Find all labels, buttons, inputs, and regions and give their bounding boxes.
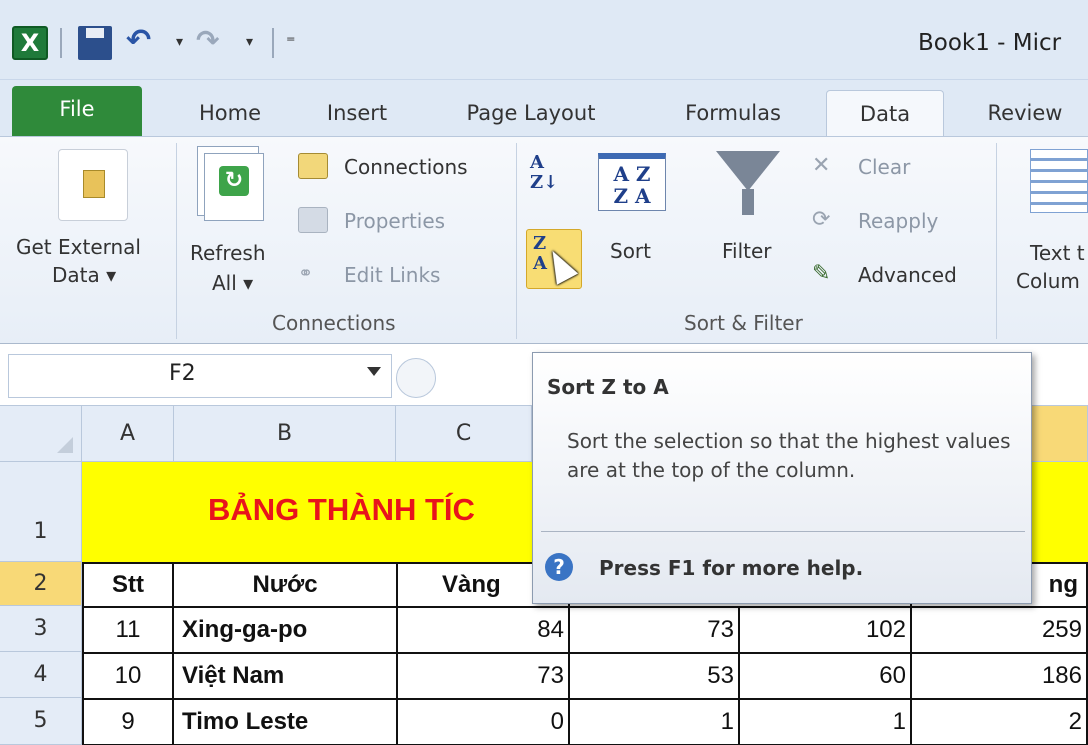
- group-separator: [996, 143, 997, 339]
- connections-button[interactable]: Connections: [344, 155, 468, 179]
- row-header-3[interactable]: 3: [0, 606, 82, 652]
- row-header-1[interactable]: 1: [0, 462, 82, 562]
- tab-formulas[interactable]: Formulas: [664, 90, 802, 136]
- table-cell-c[interactable]: 0: [396, 698, 570, 745]
- excel-logo-icon: X: [12, 26, 48, 60]
- table-cell-e[interactable]: 1: [738, 698, 912, 745]
- tooltip-body: Sort the selection so that the highest v…: [567, 429, 1011, 482]
- sort-icon[interactable]: A ZZ A: [598, 153, 666, 211]
- filter-button[interactable]: Filter: [722, 239, 772, 263]
- clear-button[interactable]: Clear: [858, 155, 910, 179]
- name-box[interactable]: F2: [8, 354, 392, 398]
- select-all-corner[interactable]: [0, 406, 82, 462]
- advanced-filter-icon[interactable]: ✎: [812, 261, 830, 286]
- clear-filter-icon: ✕: [812, 153, 831, 178]
- text-to-columns-label[interactable]: Text t: [1030, 241, 1085, 265]
- sort-filter-group-title: Sort & Filter: [684, 311, 803, 335]
- tooltip-title: Sort Z to A: [547, 375, 669, 399]
- tab-insert[interactable]: Insert: [312, 90, 402, 136]
- name-box-resize-handle[interactable]: [396, 358, 436, 398]
- table-cell-nuoc[interactable]: Timo Leste: [172, 698, 398, 745]
- table-cell-nuoc[interactable]: Việt Nam: [172, 652, 398, 700]
- edit-links-button[interactable]: Edit Links: [344, 263, 440, 287]
- tooltip-divider: [541, 531, 1025, 532]
- ribbon-tabs: File Home Insert Page Layout Formulas Da…: [0, 80, 1088, 136]
- row-header-2[interactable]: 2: [0, 562, 82, 606]
- tab-file[interactable]: File: [12, 86, 142, 136]
- column-header-a[interactable]: A: [82, 406, 174, 462]
- table-cell-f[interactable]: 259: [910, 606, 1088, 654]
- table-cell-nuoc[interactable]: Xing-ga-po: [172, 606, 398, 654]
- redo-icon[interactable]: ↷: [196, 26, 230, 60]
- sort-a-to-z-icon[interactable]: A Z↓: [530, 153, 570, 197]
- sort-button[interactable]: Sort: [610, 239, 651, 263]
- tab-home[interactable]: Home: [180, 90, 280, 136]
- table-cell-d[interactable]: 73: [568, 606, 740, 654]
- get-external-data-label[interactable]: Get External: [16, 235, 141, 259]
- table-cell-stt[interactable]: 9: [82, 698, 174, 745]
- refresh-all-icon[interactable]: [204, 153, 264, 221]
- table-cell-stt[interactable]: 10: [82, 652, 174, 700]
- name-box-value: F2: [169, 361, 196, 386]
- column-header-c[interactable]: C: [396, 406, 532, 462]
- tab-page-layout[interactable]: Page Layout: [448, 90, 614, 136]
- help-icon: ?: [545, 553, 573, 581]
- filter-icon[interactable]: [716, 151, 780, 215]
- refresh-all-dropdown[interactable]: All ▾: [212, 271, 253, 295]
- tab-review[interactable]: Review: [970, 90, 1080, 136]
- get-external-data-icon[interactable]: [58, 149, 128, 221]
- properties-button[interactable]: Properties: [344, 209, 445, 233]
- table-cell-e[interactable]: 102: [738, 606, 912, 654]
- sheet-title-text: BẢNG THÀNH TÍC: [208, 492, 475, 527]
- qat-separator: [272, 28, 274, 58]
- ribbon-data: Get External Data ▾ Refresh All ▾ Connec…: [0, 136, 1088, 344]
- column-header-b[interactable]: B: [174, 406, 396, 462]
- table-cell-e[interactable]: 60: [738, 652, 912, 700]
- table-cell-f[interactable]: 186: [910, 652, 1088, 700]
- chevron-down-icon[interactable]: [367, 367, 381, 376]
- undo-dropdown-icon[interactable]: ▾: [176, 34, 183, 50]
- table-cell-d[interactable]: 1: [568, 698, 740, 745]
- group-separator: [176, 143, 177, 339]
- header-nuoc[interactable]: Nước: [172, 562, 398, 608]
- sort-z-to-a-tooltip: Sort Z to A Sort the selection so that t…: [532, 352, 1032, 604]
- redo-dropdown-icon[interactable]: ▾: [246, 34, 253, 50]
- group-separator: [516, 143, 517, 339]
- table-cell-f[interactable]: 2: [910, 698, 1088, 745]
- header-stt[interactable]: Stt: [82, 562, 174, 608]
- reapply-button[interactable]: Reapply: [858, 209, 938, 233]
- save-icon[interactable]: [78, 26, 112, 60]
- edit-links-icon: ⚭: [298, 263, 314, 284]
- table-cell-d[interactable]: 53: [568, 652, 740, 700]
- text-to-columns-icon[interactable]: [1030, 149, 1088, 213]
- properties-icon: [298, 207, 328, 233]
- text-to-columns-label-2[interactable]: Colum: [1016, 269, 1080, 293]
- customize-qat-icon[interactable]: ⁼: [286, 32, 296, 53]
- table-cell-stt[interactable]: 11: [82, 606, 174, 654]
- undo-icon[interactable]: ↶: [126, 26, 160, 60]
- tooltip-help-text: Press F1 for more help.: [599, 556, 864, 580]
- refresh-all-label[interactable]: Refresh: [190, 241, 266, 265]
- table-cell-c[interactable]: 73: [396, 652, 570, 700]
- window-title: Book1 - Micr: [918, 30, 1062, 56]
- tab-data[interactable]: Data: [826, 90, 944, 136]
- reapply-icon: ⟳: [812, 207, 831, 232]
- table-cell-c[interactable]: 84: [396, 606, 570, 654]
- title-bar: X ↶ ▾ ↷ ▾ ⁼ Book1 - Micr: [0, 0, 1088, 80]
- row-header-4[interactable]: 4: [0, 652, 82, 698]
- qat-separator: [60, 28, 62, 58]
- column-header-f[interactable]: [1032, 406, 1088, 462]
- connections-group-title: Connections: [272, 311, 396, 335]
- row-header-5[interactable]: 5: [0, 698, 82, 745]
- get-external-data-dropdown[interactable]: Data ▾: [52, 263, 116, 287]
- connections-icon[interactable]: [298, 153, 328, 179]
- advanced-button[interactable]: Advanced: [858, 263, 957, 287]
